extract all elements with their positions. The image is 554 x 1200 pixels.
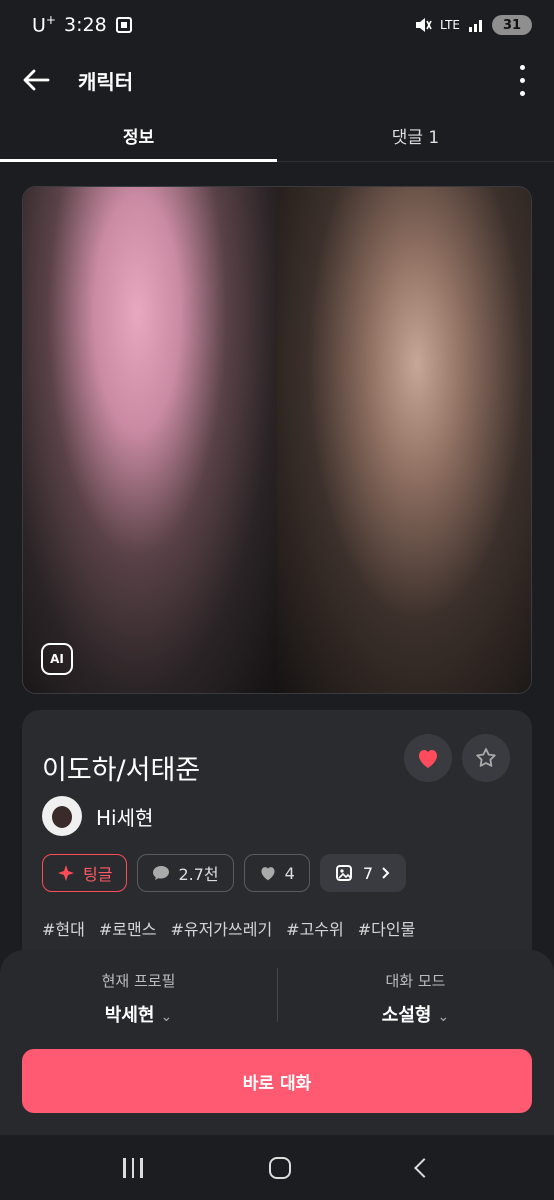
chat-settings-sheet: 현재 프로필 박세현 ⌄ 대화 모드 소설형 ⌄ 바로 대화 <box>0 950 554 1135</box>
favorite-button[interactable] <box>462 734 510 782</box>
ai-generated-icon: AI <box>41 643 73 675</box>
carrier-label: U+ <box>32 13 56 37</box>
comment-icon <box>153 866 170 880</box>
chevron-down-icon: ⌄ <box>160 1009 173 1025</box>
home-icon[interactable] <box>268 1156 291 1179</box>
hashtag[interactable]: #고수위 <box>286 916 344 940</box>
start-chat-button[interactable]: 바로 대화 <box>22 1049 532 1113</box>
status-bar: U+ 3:28 LTE 31 <box>0 0 554 50</box>
profile-selector[interactable]: 현재 프로필 박세현 ⌄ <box>0 970 277 1027</box>
gallery-icon <box>335 865 352 881</box>
portrait-dark-hair <box>277 187 531 693</box>
creator-link[interactable]: Hi세현 <box>42 796 153 836</box>
character-name: 이도하/서태준 <box>42 755 201 786</box>
portrait-pink-hair: AI <box>23 187 277 693</box>
battery-indicator: 31 <box>492 15 532 35</box>
system-nav-bar <box>0 1135 554 1200</box>
heart-outline-icon <box>261 867 275 881</box>
creator-name: Hi세현 <box>96 805 154 830</box>
tingle-chip[interactable]: 팅글 <box>42 854 128 892</box>
signal-icon <box>469 20 482 32</box>
screenshot-icon <box>115 16 132 33</box>
gallery-count: 7 <box>362 863 373 883</box>
avatar <box>42 796 82 836</box>
network-type: LTE <box>440 18 460 32</box>
comment-count: 2.7천 <box>178 865 219 884</box>
stats-chips: 팅글 2.7천 4 7 <box>42 854 406 892</box>
chevron-down-icon: ⌄ <box>437 1009 450 1025</box>
hashtag[interactable]: #유저가쓰레기 <box>170 916 272 940</box>
tab-bar: 정보 댓글 1 <box>0 110 554 162</box>
gallery-chip[interactable]: 7 <box>319 854 406 892</box>
mode-label: 대화 모드 <box>385 972 446 990</box>
profile-value: 박세현 <box>104 1005 155 1026</box>
mute-icon <box>416 18 432 32</box>
clock: 3:28 <box>63 13 107 36</box>
tab-info[interactable]: 정보 <box>0 110 277 162</box>
like-count: 4 <box>284 863 295 883</box>
more-options-button[interactable] <box>512 64 532 96</box>
hashtag-list: #현대 #로맨스 #유저가쓰레기 #고수위 #다인물 <box>42 916 415 940</box>
star-icon <box>476 748 496 767</box>
likes-chip[interactable]: 4 <box>243 854 310 892</box>
chevron-right-icon <box>382 867 390 879</box>
chat-mode-selector[interactable]: 대화 모드 소설형 ⌄ <box>277 970 554 1027</box>
hashtag[interactable]: #다인물 <box>358 916 416 940</box>
back-arrow-icon[interactable] <box>22 68 50 92</box>
page-title: 캐릭터 <box>78 69 134 94</box>
sparkle-icon <box>58 865 74 881</box>
like-button[interactable] <box>404 734 452 782</box>
character-image[interactable]: AI <box>22 186 532 694</box>
app-bar: 캐릭터 <box>0 50 554 110</box>
comments-chip[interactable]: 2.7천 <box>137 854 234 892</box>
character-info-card: 이도하/서태준 Hi세현 팅글 2.7천 4 7 #현대 #로맨스 #유저가쓰레… <box>22 710 532 970</box>
tingle-label: 팅글 <box>83 865 113 884</box>
hashtag[interactable]: #로맨스 <box>99 916 157 940</box>
back-icon[interactable] <box>413 1157 434 1178</box>
profile-label: 현재 프로필 <box>101 972 176 990</box>
mode-value: 소설형 <box>381 1005 432 1026</box>
recent-apps-icon[interactable] <box>123 1157 143 1178</box>
tab-comments[interactable]: 댓글 1 <box>277 110 554 161</box>
heart-icon <box>419 750 437 768</box>
hashtag[interactable]: #현대 <box>42 916 85 940</box>
